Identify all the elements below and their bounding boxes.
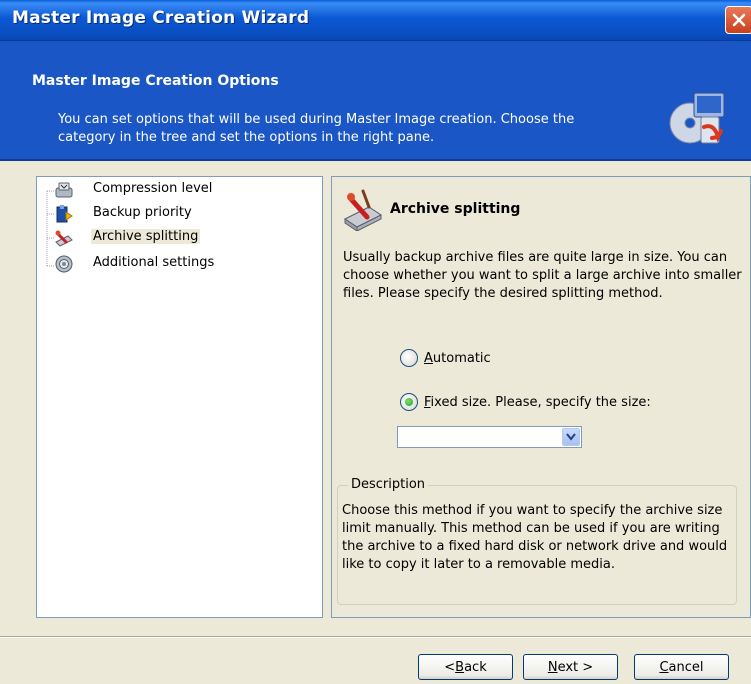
cancel-button[interactable]: Cancel xyxy=(634,654,729,680)
next-rest: ext > xyxy=(557,659,594,675)
radio-fixed-size[interactable]: Fixed size. Please, specify the size: xyxy=(400,393,651,411)
radio-fixed-size-label: Fixed size. Please, specify the size: xyxy=(424,394,651,410)
tree-item-label: Archive splitting xyxy=(91,229,201,244)
close-icon xyxy=(732,13,746,27)
tree-item-label: Backup priority xyxy=(93,205,192,220)
options-title: Archive splitting xyxy=(390,201,521,217)
combobox-dropdown-button[interactable] xyxy=(562,428,580,446)
chevron-down-icon xyxy=(566,433,576,441)
radio-automatic-label: Automatic xyxy=(424,350,491,366)
master-image-icon xyxy=(669,92,725,144)
radio-automatic[interactable]: Automatic xyxy=(400,349,491,367)
description-groupbox: Description Choose this method if you wa… xyxy=(337,477,737,605)
next-mnemonic: N xyxy=(547,659,558,675)
back-rest: ack xyxy=(464,659,487,675)
next-button[interactable]: Next > xyxy=(523,654,618,680)
radio-button[interactable] xyxy=(400,349,418,367)
options-pane: Archive splitting Usually backup archive… xyxy=(331,176,751,618)
archive-splitting-icon xyxy=(344,189,382,231)
priority-icon xyxy=(56,205,73,223)
back-button[interactable]: < Back xyxy=(418,654,513,680)
options-description: Usually backup archive files are quite l… xyxy=(343,250,742,301)
wizard-header: Master Image Creation Options You can se… xyxy=(0,41,751,161)
back-prefix: < xyxy=(444,659,456,675)
tree-item-label: Compression level xyxy=(93,181,213,196)
split-size-combobox[interactable] xyxy=(397,426,582,448)
cancel-mnemonic: C xyxy=(659,659,669,675)
description-text: Choose this method if you want to specif… xyxy=(342,503,728,572)
back-mnemonic: B xyxy=(455,659,465,675)
gear-icon xyxy=(55,255,73,273)
compression-icon xyxy=(55,182,73,198)
window-title: Master Image Creation Wizard xyxy=(12,8,310,28)
cancel-rest: ancel xyxy=(668,659,704,675)
options-tree[interactable]: Compression level Backup priority Archiv… xyxy=(36,176,323,618)
tree-item-label: Additional settings xyxy=(93,255,215,270)
archive-splitting-icon xyxy=(55,230,73,247)
title-bar[interactable]: Master Image Creation Wizard xyxy=(0,0,751,41)
description-legend: Description xyxy=(348,477,429,492)
header-description: You can set options that will be used du… xyxy=(58,112,575,145)
radio-button[interactable] xyxy=(400,393,418,411)
header-title: Master Image Creation Options xyxy=(32,73,279,89)
close-button[interactable] xyxy=(725,6,751,34)
button-separator xyxy=(0,636,751,638)
